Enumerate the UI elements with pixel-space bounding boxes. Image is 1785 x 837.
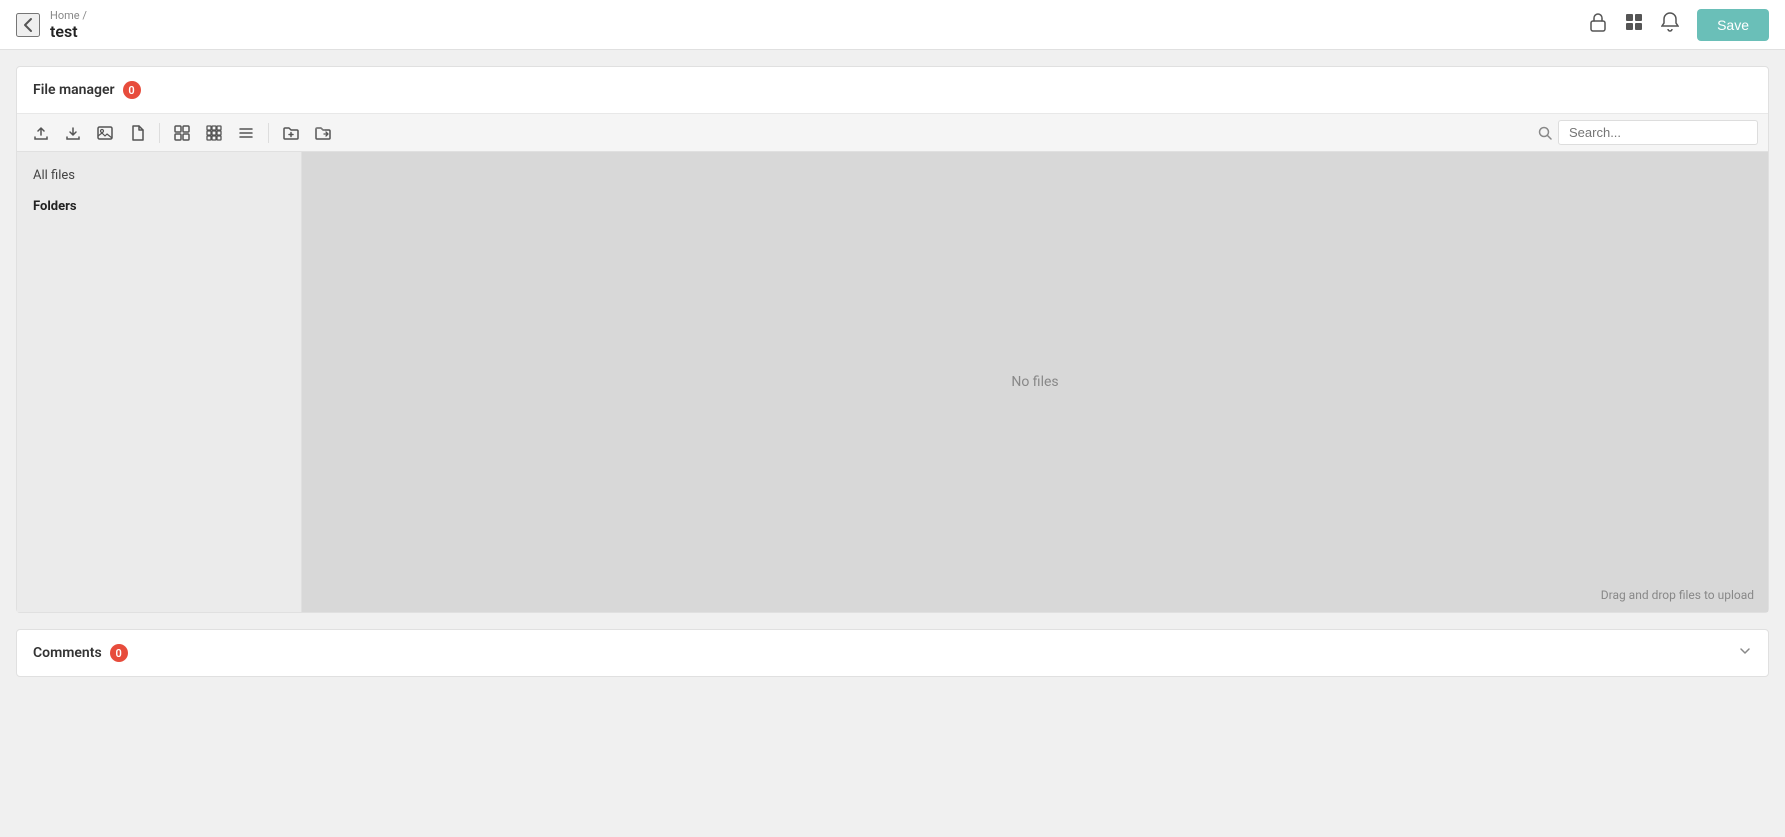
comments-left: Comments 0 xyxy=(33,644,128,662)
move-button[interactable] xyxy=(309,121,337,145)
move-icon xyxy=(315,125,331,141)
file-button[interactable] xyxy=(123,121,151,145)
search-area xyxy=(1538,120,1758,145)
toolbar-sep-2 xyxy=(268,123,269,143)
comments-card: Comments 0 xyxy=(16,629,1769,677)
grid-apps-icon[interactable] xyxy=(1625,13,1643,36)
export-button[interactable] xyxy=(59,121,87,145)
search-icon xyxy=(1538,126,1552,140)
breadcrumb-home[interactable]: Home xyxy=(50,9,80,22)
comments-badge: 0 xyxy=(110,644,128,662)
grid-medium-button[interactable] xyxy=(200,121,228,145)
grid-medium-icon xyxy=(206,125,222,141)
bell-icon[interactable] xyxy=(1661,12,1679,37)
new-folder-button[interactable] xyxy=(277,121,305,145)
save-button[interactable]: Save xyxy=(1697,9,1769,41)
sidebar-item-all-files[interactable]: All files xyxy=(17,160,301,191)
image-icon xyxy=(97,125,113,141)
comments-title: Comments xyxy=(33,645,102,661)
comments-header: Comments 0 xyxy=(17,630,1768,676)
file-manager-body: All files Folders No files Drag and drop… xyxy=(17,152,1768,612)
image-button[interactable] xyxy=(91,121,119,145)
file-manager-title: File manager xyxy=(33,82,115,98)
upload-button[interactable] xyxy=(27,121,55,145)
search-input[interactable] xyxy=(1558,120,1758,145)
grid-large-button[interactable] xyxy=(168,121,196,145)
file-manager-badge: 0 xyxy=(123,81,141,99)
file-manager-sidebar: All files Folders xyxy=(17,152,302,612)
header-right: Save xyxy=(1589,9,1769,41)
list-button[interactable] xyxy=(232,121,260,145)
back-icon xyxy=(18,15,38,35)
toolbar-sep-1 xyxy=(159,123,160,143)
breadcrumb-separator: / xyxy=(82,9,87,22)
file-manager-toolbar xyxy=(17,114,1768,152)
upload-icon xyxy=(33,125,49,141)
header-left: Home / test xyxy=(16,9,1589,41)
file-icon xyxy=(129,125,145,141)
sidebar-item-folders[interactable]: Folders xyxy=(17,191,301,222)
file-manager-main: No files Drag and drop files to upload xyxy=(302,152,1768,612)
drag-drop-hint: Drag and drop files to upload xyxy=(1601,588,1754,602)
lock-icon[interactable] xyxy=(1589,12,1607,37)
grid-large-icon xyxy=(174,125,190,141)
page-body: File manager 0 xyxy=(0,50,1785,693)
no-files-message: No files xyxy=(1011,374,1058,390)
comments-chevron-icon[interactable] xyxy=(1738,644,1752,662)
breadcrumb: Home / test xyxy=(50,9,87,41)
file-manager-card: File manager 0 xyxy=(16,66,1769,613)
page-title: test xyxy=(50,22,87,41)
file-manager-header: File manager 0 xyxy=(17,67,1768,114)
export-icon xyxy=(65,125,81,141)
new-folder-icon xyxy=(283,125,299,141)
header: Home / test Save xyxy=(0,0,1785,50)
list-icon xyxy=(238,125,254,141)
back-button[interactable] xyxy=(16,13,40,37)
